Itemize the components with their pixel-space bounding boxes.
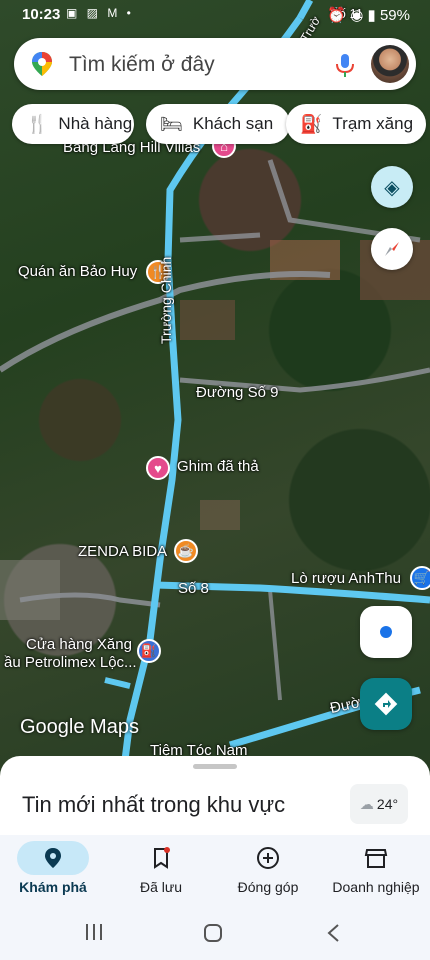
shop-pin-icon[interactable]: 🛒 [410, 566, 430, 590]
layers-icon: ◈ [384, 176, 400, 199]
tab-label: Đóng góp [237, 879, 299, 895]
cafe-pin-icon[interactable]: ☕ [174, 539, 198, 563]
tab-business[interactable]: Doanh nghiệp [326, 835, 426, 905]
home-icon[interactable] [203, 923, 223, 943]
tab-label: Khám phá [19, 879, 87, 895]
microphone-icon[interactable] [334, 52, 356, 78]
cloud-icon: ☁ [359, 795, 374, 812]
maps-pin-logo-icon [32, 52, 52, 76]
map-label-lo-ruou[interactable]: Lò rượu AnhThu [291, 570, 401, 587]
add-circle-icon [232, 841, 304, 875]
status-right: ⏰ ◉ ▮ 59% [327, 6, 410, 24]
chip-restaurants[interactable]: 🍴 Nhà hàng [12, 104, 134, 144]
bottom-nav: Khám phá Đã lưu Đóng góp Doanh nghiệp [0, 835, 430, 905]
directions-icon [374, 692, 398, 716]
status-bar: 10:23 ▣ ▨ M • ⏰ ◉ ▮ 59% [0, 0, 430, 30]
system-nav-bar [0, 905, 430, 960]
map-label-zenda[interactable]: ZENDA BIDA [78, 543, 167, 560]
sheet-title: Tin mới nhất trong khu vực [22, 792, 286, 817]
map-label-quan-an[interactable]: Quán ăn Bảo Huy [18, 263, 137, 280]
sheet-handle[interactable] [193, 764, 237, 769]
tab-label: Đã lưu [139, 879, 183, 895]
tab-saved[interactable]: Đã lưu [111, 835, 211, 905]
signal-icon: ▮ [367, 7, 376, 24]
chip-gas[interactable]: ⛽ Trạm xăng [286, 104, 426, 144]
google-maps-logo: Google Maps [20, 716, 139, 738]
map-label-truong-chinh: Trường Chinh [158, 256, 174, 344]
tab-contribute[interactable]: Đóng góp [218, 835, 318, 905]
chip-label: Khách sạn [192, 114, 274, 133]
notification-icons: ▣ ▨ M • [66, 6, 134, 20]
weather-chip[interactable]: ☁ 24° [350, 784, 408, 824]
map-label-so-8: Số 8 [178, 580, 209, 597]
map-label-duong-so-9: Đường Số 9 [196, 384, 279, 401]
directions-button[interactable] [360, 678, 412, 730]
store-icon [340, 841, 412, 875]
search-bar[interactable]: Tìm kiếm ở đây [14, 38, 416, 90]
location-dot-icon [380, 626, 392, 638]
battery-percent: 59% [379, 7, 410, 24]
search-input[interactable]: Tìm kiếm ở đây [69, 53, 215, 77]
tab-explore[interactable]: Khám phá [3, 835, 103, 905]
explore-pin-icon [17, 841, 89, 875]
wifi-icon: ◉ [350, 7, 364, 24]
map-label-ghim[interactable]: Ghim đã thả [177, 458, 259, 475]
chip-label: Nhà hàng [58, 114, 133, 133]
dropped-pin-icon[interactable]: ♥ [146, 456, 170, 480]
chip-label: Trạm xăng [332, 114, 414, 133]
fork-knife-icon: 🍴 [26, 113, 49, 134]
alarm-icon: ⏰ [327, 7, 347, 24]
compass-button[interactable] [371, 228, 413, 270]
recent-apps-icon[interactable] [84, 923, 104, 941]
chip-hotels[interactable]: 🛏 Khách sạn [146, 104, 290, 144]
temperature: 24° [376, 796, 399, 812]
map-label-cua-hang-2[interactable]: ầu Petrolimex Lộc... [4, 654, 137, 671]
layers-button[interactable]: ◈ [371, 166, 413, 208]
gas-station-icon: ⛽ [300, 113, 323, 134]
back-icon[interactable] [326, 923, 340, 943]
bookmark-icon [125, 841, 197, 875]
gas-station-pin-icon[interactable]: ⛽ [137, 639, 161, 663]
avatar[interactable] [371, 45, 409, 83]
status-time: 10:23 [22, 6, 61, 23]
tab-label: Doanh nghiệp [332, 879, 420, 895]
compass-icon [385, 242, 399, 256]
my-location-button[interactable] [360, 606, 412, 658]
bed-icon: 🛏 [160, 113, 183, 134]
map-label-cua-hang-1[interactable]: Cửa hàng Xăng [26, 636, 132, 653]
